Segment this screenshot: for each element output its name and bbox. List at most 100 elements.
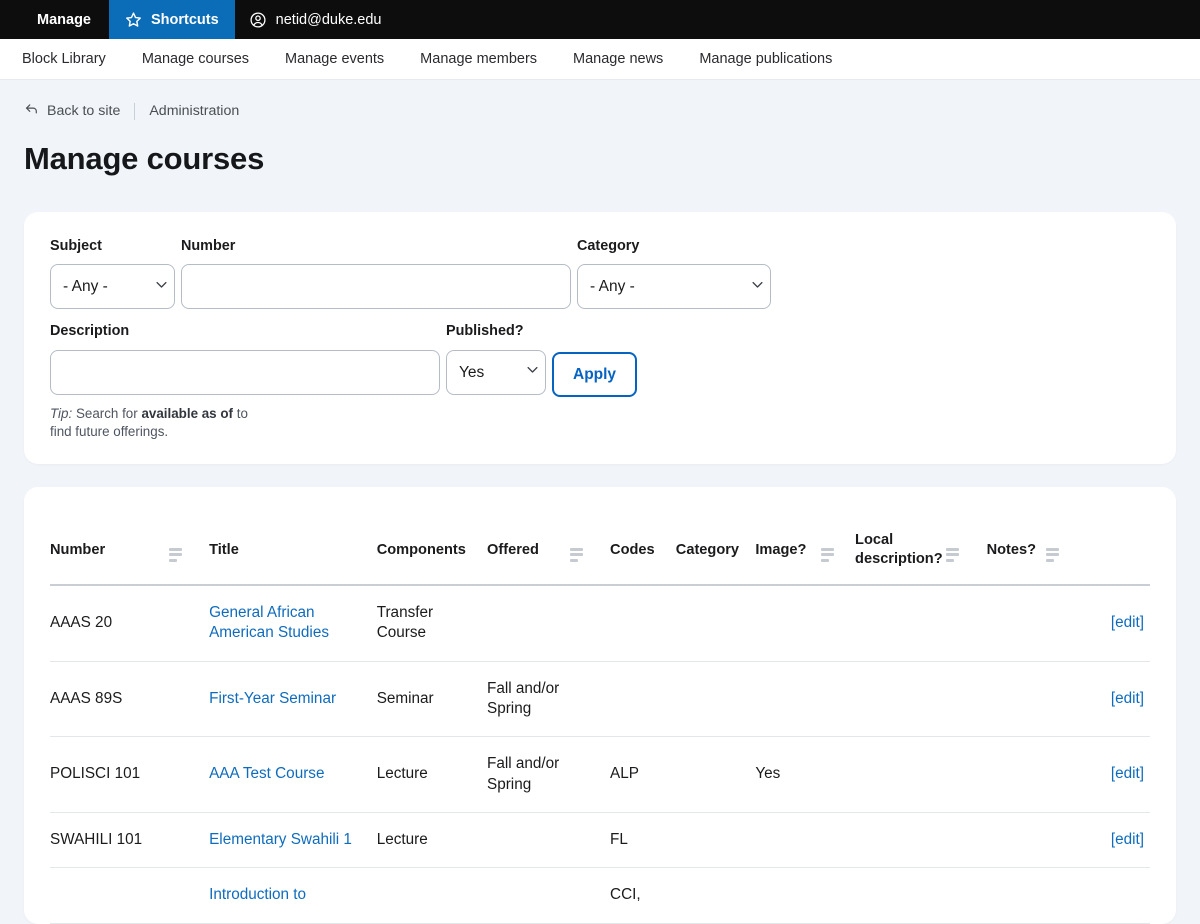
published-label: Published? bbox=[446, 323, 524, 340]
cell-spacer bbox=[168, 812, 210, 869]
toolbar-menu-button[interactable]: Manage bbox=[0, 0, 109, 39]
subject-select-wrap: - Any - bbox=[50, 264, 181, 310]
column-header-local-description[interactable]: Local description? bbox=[855, 513, 947, 586]
column-header-codes[interactable]: Codes bbox=[610, 513, 676, 586]
cell-local-description bbox=[855, 584, 947, 662]
course-title-link[interactable]: AAA Test Course bbox=[209, 765, 324, 782]
subject-select[interactable]: - Any - bbox=[50, 264, 175, 310]
cell-spacer bbox=[168, 736, 210, 813]
secondary-nav: Block Library Manage courses Manage even… bbox=[0, 39, 1200, 80]
course-title-link[interactable]: Elementary Swahili 1 bbox=[209, 831, 352, 848]
subnav-item-manage-publications[interactable]: Manage publications bbox=[681, 39, 850, 79]
column-header-notes[interactable]: Notes? bbox=[986, 513, 1046, 586]
column-header-title[interactable]: Title bbox=[209, 513, 377, 586]
cell-title: Elementary Swahili 1 bbox=[209, 812, 377, 869]
sort-icon bbox=[821, 547, 835, 562]
column-header-number[interactable]: Number bbox=[50, 513, 169, 586]
tip-text-before: Search for bbox=[72, 405, 142, 421]
cell-local-description bbox=[855, 812, 947, 869]
cell-local-description bbox=[855, 736, 947, 813]
table-header-row: Number Title Components Offered Codes Ca… bbox=[50, 513, 1150, 586]
cell-image bbox=[755, 867, 822, 924]
description-input[interactable] bbox=[50, 349, 440, 395]
course-title-link[interactable]: Introduction to bbox=[209, 886, 306, 903]
table-row: AAAS 89S First-Year Seminar Seminar Fall… bbox=[50, 661, 1150, 738]
edit-link[interactable]: [edit] bbox=[1111, 690, 1144, 707]
cell-spacer bbox=[821, 736, 856, 813]
cell-edit: [edit] bbox=[1077, 661, 1150, 738]
filter-row-1: Subject - Any - Number Category - Any - bbox=[50, 238, 1150, 310]
column-header-offered[interactable]: Offered bbox=[487, 513, 570, 586]
cell-notes bbox=[986, 812, 1046, 869]
cell-local-description bbox=[855, 661, 947, 738]
subnav-item-manage-events[interactable]: Manage events bbox=[267, 39, 402, 79]
tip-lead: Tip: bbox=[50, 405, 73, 421]
cell-spacer bbox=[946, 584, 987, 662]
cell-spacer bbox=[569, 867, 611, 924]
description-label: Description bbox=[50, 323, 130, 340]
subject-label: Subject bbox=[50, 238, 102, 255]
cell-edit: [edit] bbox=[1077, 812, 1150, 869]
cell-spacer bbox=[1045, 736, 1078, 813]
sort-offered-button[interactable] bbox=[569, 513, 611, 586]
subnav-item-manage-news[interactable]: Manage news bbox=[555, 39, 681, 79]
cell-category bbox=[675, 812, 756, 869]
subnav-item-manage-members[interactable]: Manage members bbox=[402, 39, 555, 79]
cell-notes bbox=[986, 661, 1046, 738]
cell-number: AAAS 20 bbox=[50, 584, 169, 662]
breadcrumb-current: Administration bbox=[149, 103, 240, 119]
cell-codes bbox=[610, 661, 676, 738]
sort-icon bbox=[1045, 547, 1059, 562]
cell-spacer bbox=[821, 584, 856, 662]
cell-spacer bbox=[569, 661, 611, 738]
cell-edit bbox=[1077, 867, 1150, 924]
sort-local-description-button[interactable] bbox=[946, 513, 987, 586]
toolbar-shortcuts-tab[interactable]: Shortcuts bbox=[109, 0, 235, 39]
sort-notes-button[interactable] bbox=[1045, 513, 1078, 586]
category-select[interactable]: - Any - bbox=[577, 264, 771, 310]
edit-link[interactable]: [edit] bbox=[1111, 831, 1144, 848]
cell-components bbox=[376, 867, 487, 924]
course-title-link[interactable]: General African American Studies bbox=[209, 604, 329, 641]
cell-number: POLISCI 101 bbox=[50, 736, 169, 813]
column-header-category[interactable]: Category bbox=[675, 513, 756, 586]
cell-spacer bbox=[946, 661, 987, 738]
cell-codes: ALP bbox=[610, 736, 676, 813]
courses-table: Number Title Components Offered Codes Ca… bbox=[50, 513, 1150, 924]
table-row: Introduction to CCI, bbox=[50, 867, 1150, 924]
cell-offered: Fall and/or Spring bbox=[487, 661, 570, 738]
number-input[interactable] bbox=[181, 264, 571, 310]
cell-category bbox=[675, 867, 756, 924]
cell-image bbox=[755, 584, 822, 662]
course-title-link[interactable]: First-Year Seminar bbox=[209, 690, 336, 707]
cell-notes bbox=[986, 584, 1046, 662]
subnav-item-block-library[interactable]: Block Library bbox=[4, 39, 124, 79]
subnav-item-manage-courses[interactable]: Manage courses bbox=[124, 39, 267, 79]
cell-category bbox=[675, 584, 756, 662]
cell-title: General African American Studies bbox=[209, 584, 377, 662]
published-select[interactable]: Yes bbox=[446, 349, 546, 395]
apply-button[interactable]: Apply bbox=[552, 352, 638, 398]
cell-image: Yes bbox=[755, 736, 822, 813]
cell-components: Lecture bbox=[376, 736, 487, 813]
column-label-offered: Offered bbox=[487, 541, 539, 558]
sort-number-button[interactable] bbox=[168, 513, 210, 586]
cell-spacer bbox=[569, 584, 611, 662]
cell-spacer bbox=[946, 736, 987, 813]
edit-link[interactable]: [edit] bbox=[1111, 614, 1144, 631]
courses-table-head: Number Title Components Offered Codes Ca… bbox=[50, 513, 1150, 586]
cell-spacer bbox=[946, 812, 987, 869]
back-to-site-link[interactable]: Back to site bbox=[24, 102, 120, 120]
edit-link[interactable]: [edit] bbox=[1111, 765, 1144, 782]
cell-image bbox=[755, 812, 822, 869]
sort-image-button[interactable] bbox=[821, 513, 856, 586]
cell-title: First-Year Seminar bbox=[209, 661, 377, 738]
column-label-category: Category bbox=[675, 541, 740, 558]
tip-strong: available as of bbox=[141, 405, 233, 421]
column-header-image[interactable]: Image? bbox=[755, 513, 822, 586]
column-header-components[interactable]: Components bbox=[376, 513, 487, 586]
sort-icon bbox=[946, 547, 960, 562]
cell-spacer bbox=[569, 736, 611, 813]
toolbar-user-button[interactable]: netid@duke.edu bbox=[235, 0, 398, 39]
cell-offered bbox=[487, 812, 570, 869]
